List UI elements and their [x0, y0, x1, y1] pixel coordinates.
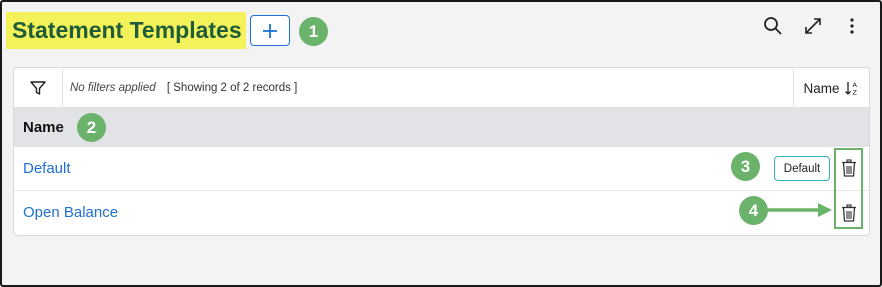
- template-name-link[interactable]: Open Balance: [23, 191, 118, 235]
- svg-text:Z: Z: [852, 89, 857, 97]
- page-header: Statement Templates 1: [2, 2, 880, 62]
- column-header-row: Name: [14, 108, 869, 147]
- sort-alpha-icon: A Z: [844, 81, 857, 97]
- filter-status: No filters applied [ Showing 2 of 2 reco…: [70, 68, 297, 108]
- default-badge: Default: [774, 156, 830, 181]
- sort-button[interactable]: Name A Z: [793, 68, 869, 108]
- callout-badge-1: 1: [299, 17, 328, 46]
- search-icon[interactable]: [761, 14, 785, 38]
- filter-icon: [30, 81, 46, 95]
- filter-bar: No filters applied [ Showing 2 of 2 reco…: [14, 68, 869, 108]
- plus-icon: [263, 23, 277, 38]
- template-name-link[interactable]: Default: [23, 147, 71, 191]
- page-title: Statement Templates: [6, 12, 246, 49]
- callout-badge-2: 2: [77, 113, 106, 142]
- expand-icon[interactable]: [801, 14, 825, 38]
- filter-button[interactable]: [14, 68, 63, 108]
- column-header-name[interactable]: Name: [23, 108, 64, 147]
- callout-arrow: [766, 203, 832, 217]
- more-vertical-icon[interactable]: [840, 14, 864, 38]
- highlight-box: [834, 148, 863, 229]
- record-count-text: [ Showing 2 of 2 records ]: [166, 82, 298, 94]
- callout-badge-3: 3: [731, 152, 760, 181]
- sort-label: Name: [803, 80, 840, 96]
- add-template-button[interactable]: [250, 15, 290, 46]
- no-filters-text: No filters applied: [70, 82, 156, 94]
